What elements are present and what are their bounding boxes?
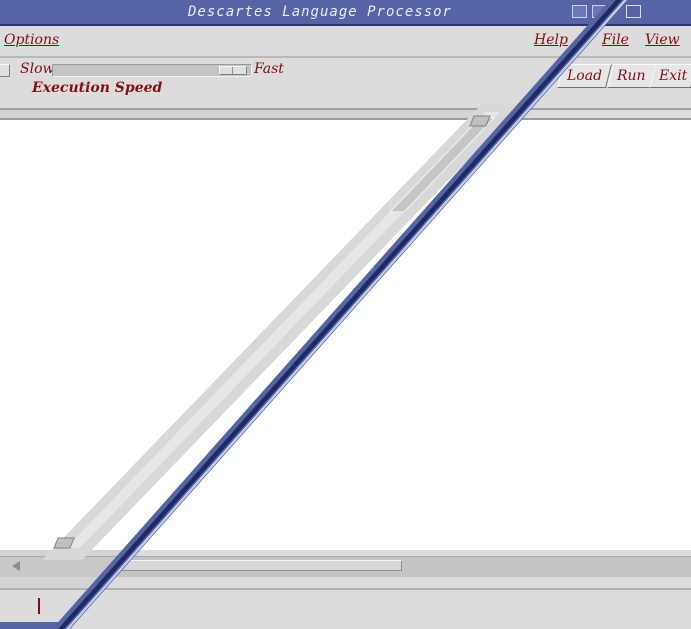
run-button-label: Run (617, 68, 646, 84)
menu-file-label: File (602, 32, 629, 48)
menu-view-label: View (645, 32, 680, 48)
menu-file[interactable]: File (602, 32, 629, 48)
execution-speed-label: Execution Speed (32, 80, 163, 96)
front-status-bar (70, 588, 691, 624)
exit-button-label: Exit (659, 68, 688, 84)
slow-label: Slow (20, 61, 55, 77)
menu-help-label: Help (534, 32, 568, 48)
run-button[interactable]: Run (607, 64, 656, 88)
fast-label: Fast (254, 61, 284, 77)
load-button-label: Load (567, 68, 603, 84)
desktop: Descartes Language Processor Options Hel… (0, 0, 691, 629)
menu-view[interactable]: View (645, 32, 680, 48)
menu-options[interactable]: Options (4, 32, 59, 48)
menu-help[interactable]: Help (534, 32, 568, 48)
window-title: Descartes Language Processor (187, 4, 452, 20)
maximize-icon[interactable] (592, 5, 607, 18)
load-button[interactable]: Load (557, 64, 613, 88)
title-bar[interactable]: Descartes Language Processor (0, 0, 691, 26)
execution-speed-slider[interactable] (52, 64, 252, 77)
menu-options-label: Options (4, 32, 60, 48)
minimize-icon[interactable] (572, 5, 587, 18)
scroll-left-icon[interactable] (12, 561, 20, 571)
exit-button[interactable]: Exit (649, 64, 691, 88)
speed-decrement-button[interactable] (0, 64, 10, 77)
text-cursor (38, 598, 40, 614)
window-menu-icon[interactable] (626, 5, 641, 18)
speed-slider-thumb[interactable] (219, 66, 247, 75)
